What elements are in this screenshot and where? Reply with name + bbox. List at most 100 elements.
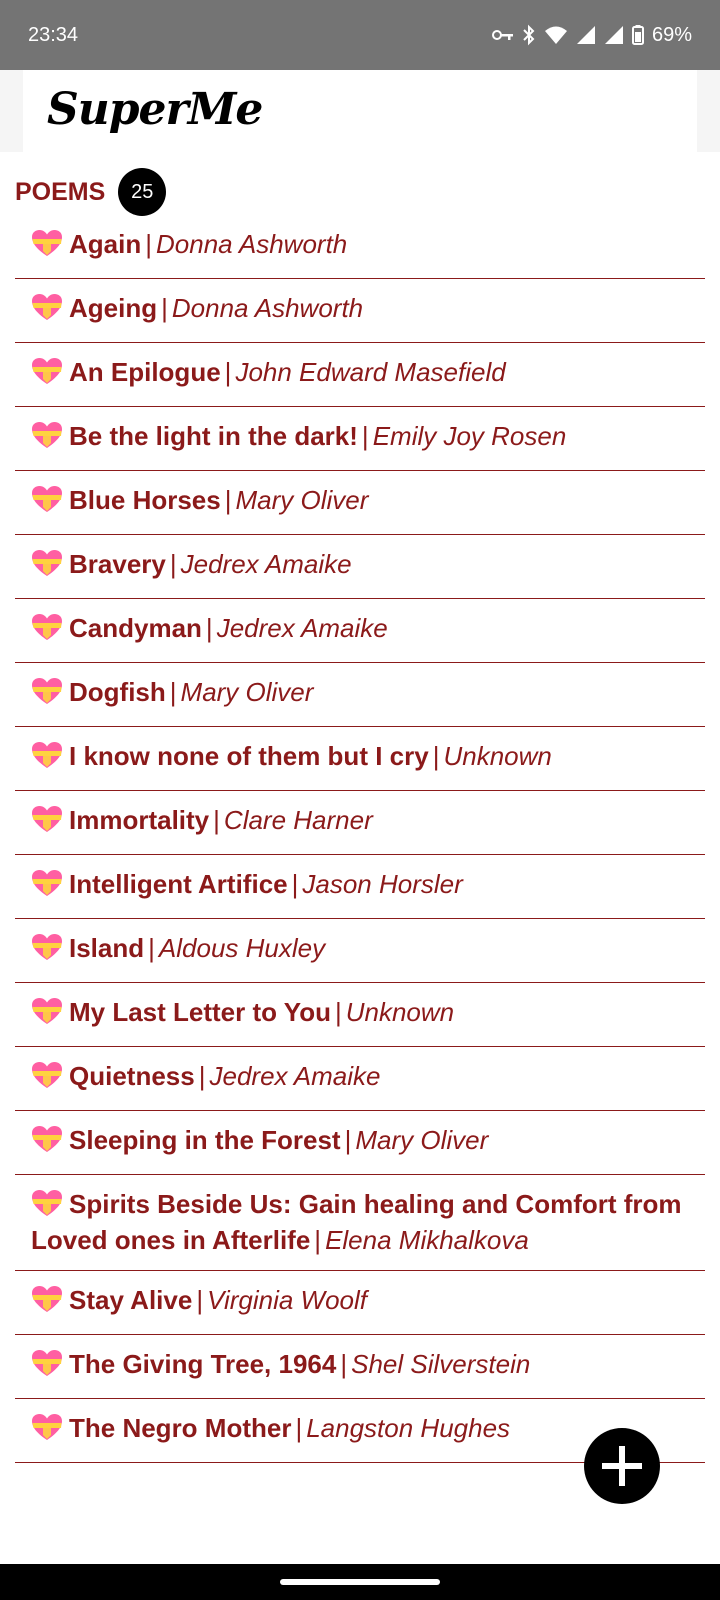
title-author-separator: | (224, 357, 232, 387)
heart-ribbon-icon (31, 1061, 63, 1096)
heart-ribbon-icon (31, 1125, 63, 1160)
poem-row[interactable]: Be the light in the dark! | Emily Joy Rose… (15, 407, 705, 471)
heart-ribbon-icon (31, 229, 63, 264)
bluetooth-icon (523, 24, 535, 46)
status-time: 23:34 (28, 23, 79, 46)
poem-row[interactable]: Island | Aldous Huxley (15, 919, 705, 983)
poem-title: Quietness (69, 1061, 195, 1091)
poem-author: Shel Silverstein (351, 1349, 531, 1379)
poem-title: Be the light in the dark! (69, 421, 358, 451)
title-author-separator: | (314, 1225, 322, 1255)
poem-title: The Giving Tree, 1964 (69, 1349, 337, 1379)
poem-title: Island (69, 933, 145, 963)
title-author-separator: | (291, 869, 299, 899)
battery-icon (631, 25, 644, 45)
poem-title: Ageing (69, 293, 158, 323)
poem-row[interactable]: Ageing | Donna Ashworth (15, 279, 705, 343)
poem-row[interactable]: Dogfish | Mary Oliver (15, 663, 705, 727)
heart-ribbon-icon (31, 1285, 63, 1320)
poem-title: Dogfish (69, 677, 166, 707)
status-bar: 23:34 69% (0, 0, 720, 70)
title-author-separator: | (169, 677, 177, 707)
poem-author: Unknown (443, 741, 552, 771)
status-icons: 69% (491, 24, 692, 47)
poem-row[interactable]: Spirits Beside Us: Gain healing and Comf… (15, 1175, 705, 1271)
heart-ribbon-icon (31, 421, 63, 456)
title-author-separator: | (340, 1349, 348, 1379)
poem-author: Donna Ashworth (156, 229, 348, 259)
section-header: POEMS 25 (15, 168, 167, 216)
poem-author: Clare Harner (223, 805, 373, 835)
poem-title: Sleeping in the Forest (69, 1125, 341, 1155)
poem-row[interactable]: Bravery | Jedrex Amaike (15, 535, 705, 599)
poem-list: Again | Donna Ashworth Ageing | Donna Ashwort… (15, 215, 705, 1463)
poem-title: Again (69, 229, 142, 259)
poem-row[interactable]: Blue Horses | Mary Oliver (15, 471, 705, 535)
heart-ribbon-icon (31, 869, 63, 904)
signal-icon (576, 26, 595, 44)
heart-ribbon-icon (31, 485, 63, 520)
heart-ribbon-icon (31, 549, 63, 584)
poem-author: Aldous Huxley (158, 933, 326, 963)
poem-title: I know none of them but I cry (69, 741, 429, 771)
title-author-separator: | (145, 229, 152, 259)
poem-row[interactable]: Again | Donna Ashworth (15, 215, 705, 279)
title-author-separator: | (148, 933, 155, 963)
poem-title: An Epilogue (69, 357, 221, 387)
poem-author: Virginia Woolf (207, 1285, 368, 1315)
poem-row[interactable]: Candyman | Jedrex Amaike (15, 599, 705, 663)
title-author-separator: | (334, 997, 342, 1027)
app-logo: SuperMe (47, 84, 263, 135)
heart-ribbon-icon (31, 805, 63, 840)
poem-title: Blue Horses (69, 485, 221, 515)
app-header: SuperMe (0, 70, 720, 152)
poem-author: Elena Mikhalkova (325, 1225, 529, 1255)
poem-title: Candyman (69, 613, 202, 643)
poem-title: Stay Alive (69, 1285, 193, 1315)
poem-author: Unknown (345, 997, 455, 1027)
poem-row[interactable]: My Last Letter to You | Unknown (15, 983, 705, 1047)
poem-title: Immortality (69, 805, 210, 835)
poem-row[interactable]: Stay Alive | Virginia Woolf (15, 1271, 705, 1335)
header-card: SuperMe (23, 70, 697, 152)
title-author-separator: | (224, 485, 232, 515)
heart-ribbon-icon (31, 741, 63, 776)
heart-ribbon-icon (31, 997, 63, 1032)
poem-row[interactable]: An Epilogue | John Edward Masefield (15, 343, 705, 407)
poem-title: Bravery (69, 549, 166, 579)
heart-ribbon-icon (31, 1349, 63, 1384)
poem-title: The Negro Mother (69, 1413, 292, 1443)
home-gesture-handle[interactable] (280, 1579, 440, 1585)
poem-row[interactable]: Sleeping in the Forest | Mary Oliver (15, 1111, 705, 1175)
title-author-separator: | (295, 1413, 303, 1443)
poem-author: Emily Joy Rosen (372, 421, 567, 451)
plus-icon (602, 1446, 642, 1486)
heart-ribbon-icon (31, 933, 63, 968)
heart-ribbon-icon (31, 357, 63, 392)
poem-author: Mary Oliver (355, 1125, 489, 1155)
signal-icon (604, 26, 623, 44)
poem-author: Jedrex Amaike (209, 1061, 381, 1091)
poem-row[interactable]: Immortality | Clare Harner (15, 791, 705, 855)
add-poem-button[interactable] (584, 1428, 660, 1504)
poem-author: John Edward Masefield (235, 357, 506, 387)
poem-title: Intelligent Artifice (69, 869, 288, 899)
count-badge: 25 (118, 168, 167, 216)
heart-ribbon-icon (31, 613, 63, 648)
poem-row[interactable]: I know none of them but I cry | Unknown (15, 727, 705, 791)
poem-row[interactable]: Intelligent Artifice | Jason Horsler (15, 855, 705, 919)
poem-row[interactable]: Quietness | Jedrex Amaike (15, 1047, 705, 1111)
poem-author: Langston Hughes (306, 1413, 511, 1443)
section-title: POEMS (15, 177, 106, 206)
title-author-separator: | (213, 805, 220, 835)
title-author-separator: | (169, 549, 177, 579)
heart-ribbon-icon (31, 293, 63, 328)
poem-author: Mary Oliver (235, 485, 369, 515)
title-author-separator: | (205, 613, 213, 643)
title-author-separator: | (198, 1061, 206, 1091)
heart-ribbon-icon (31, 1413, 63, 1448)
poem-row[interactable]: The Giving Tree, 1964 | Shel Silverstein (15, 1335, 705, 1399)
heart-ribbon-icon (31, 1189, 63, 1224)
title-author-separator: | (161, 293, 168, 323)
heart-ribbon-icon (31, 677, 63, 712)
